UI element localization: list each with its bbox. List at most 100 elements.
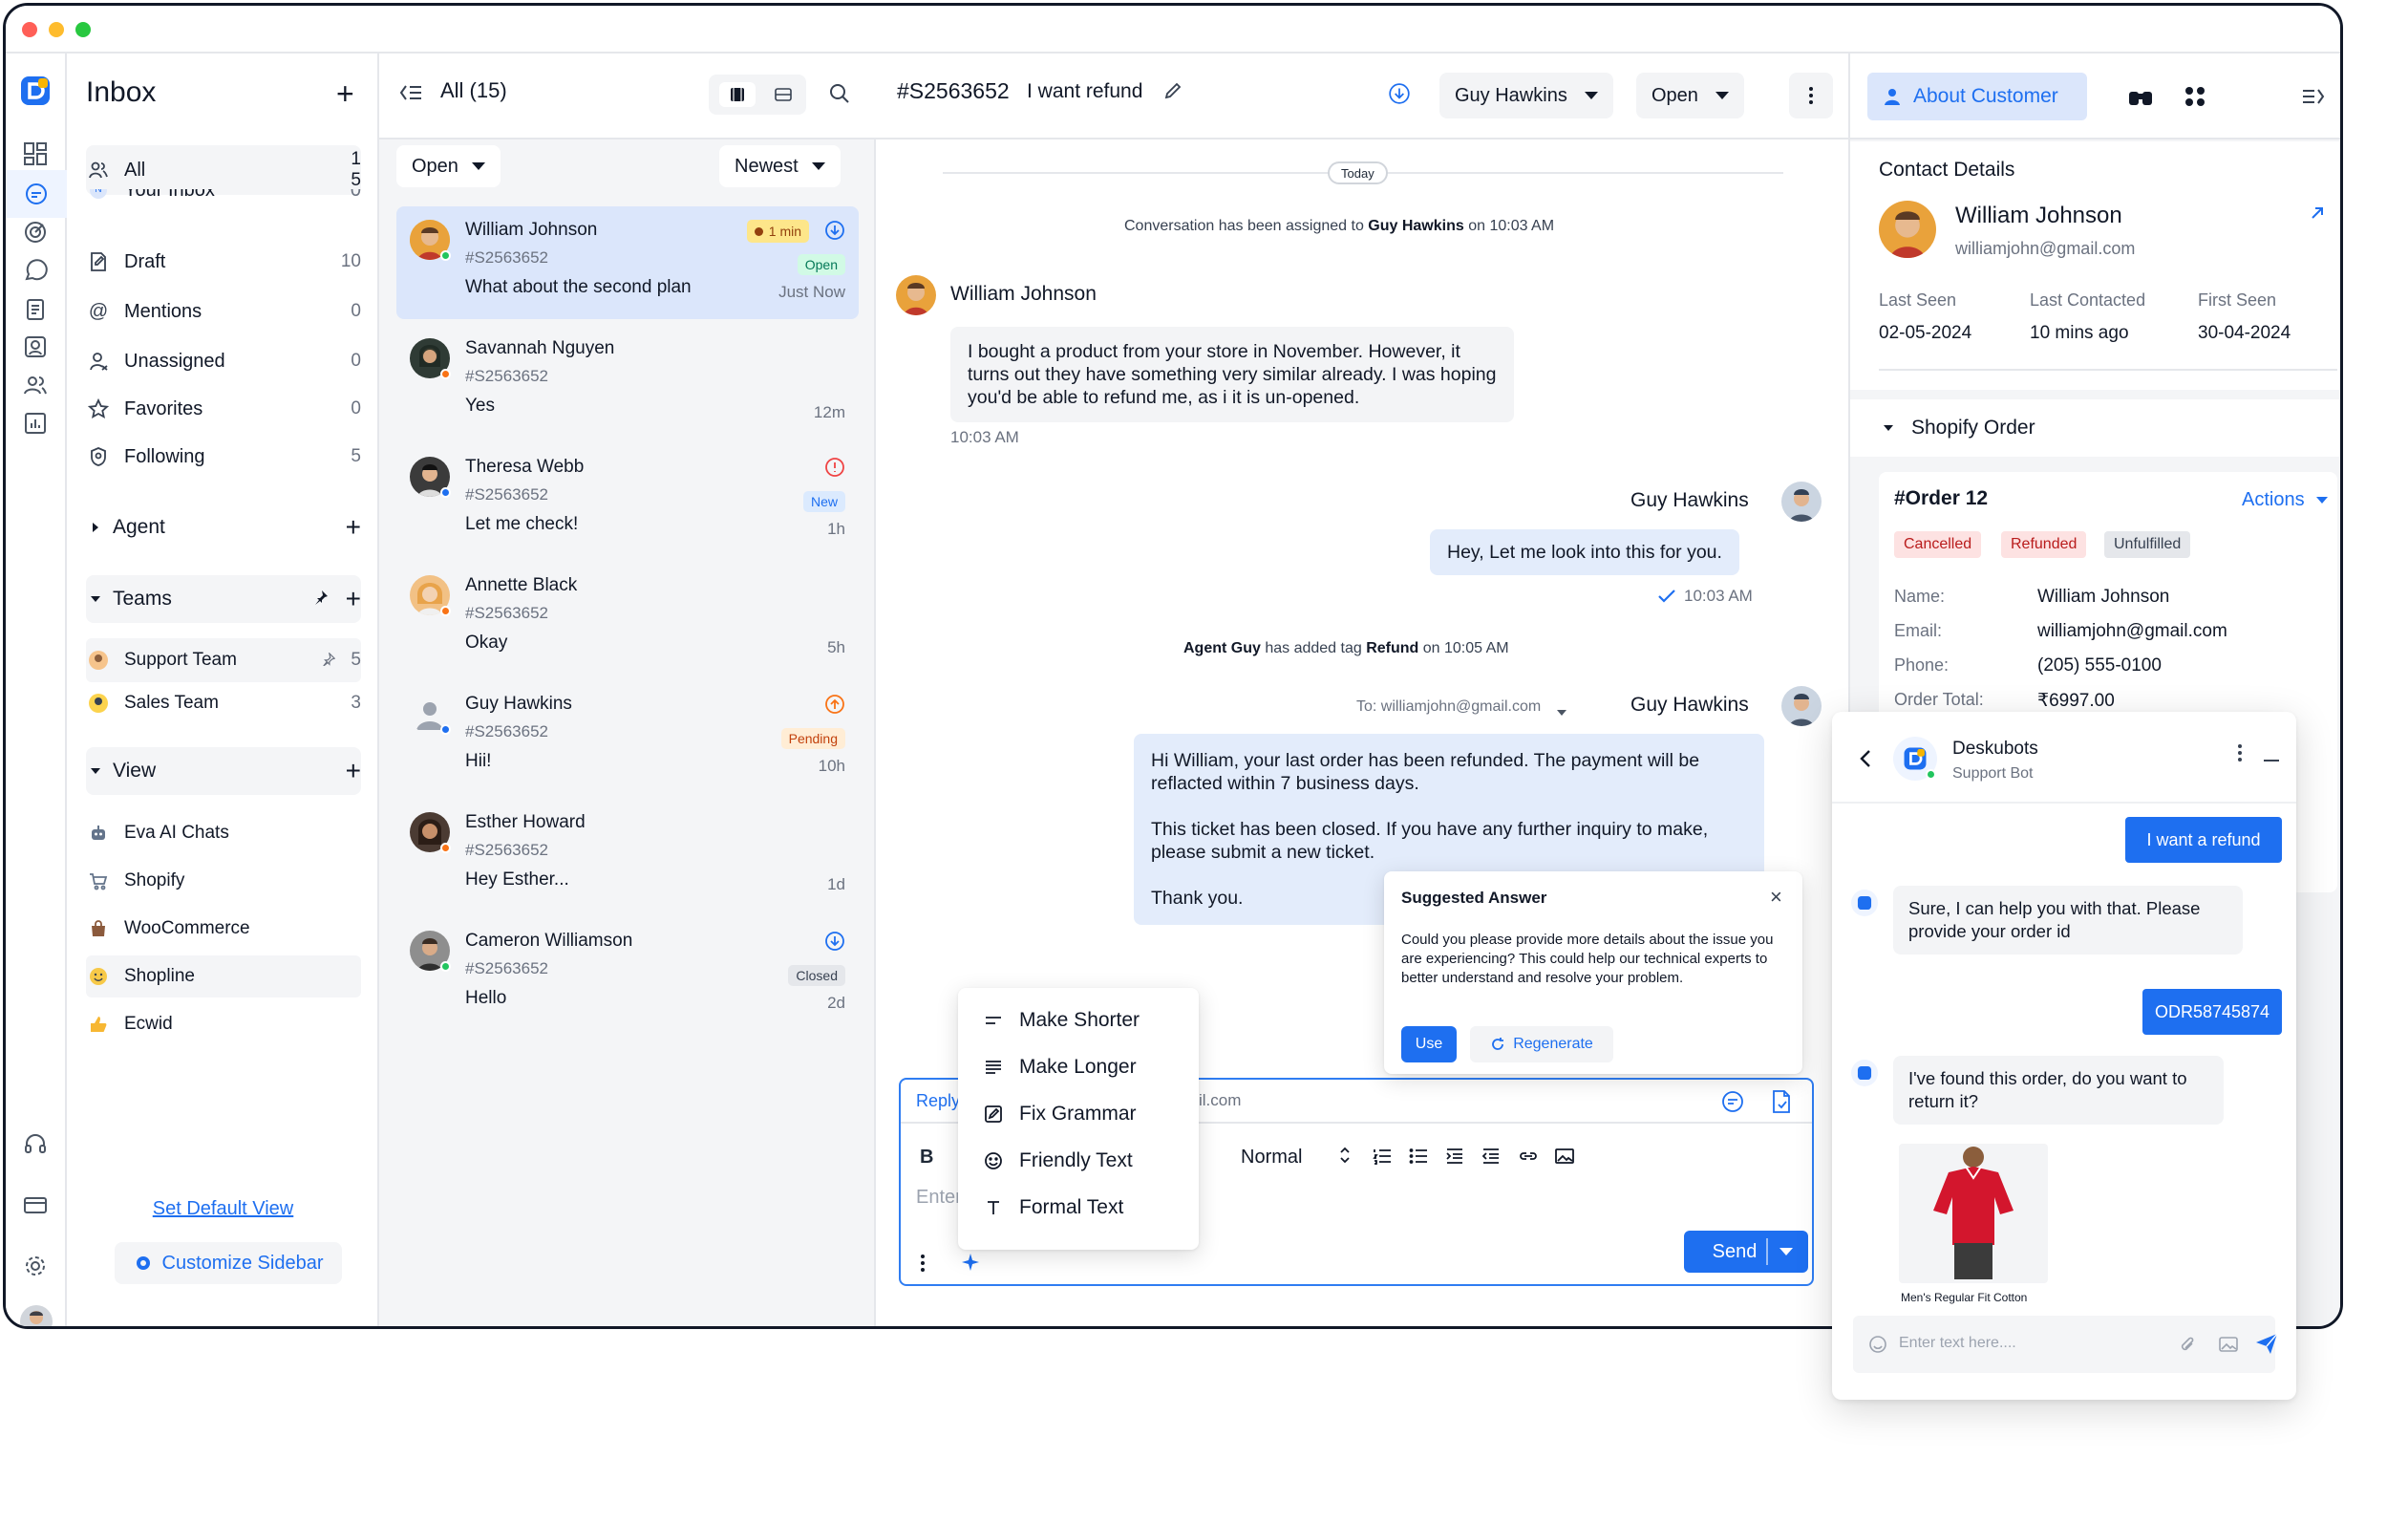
maximize-window-button[interactable] (75, 22, 91, 37)
customize-sidebar-button[interactable]: Customize Sidebar (115, 1242, 342, 1284)
conversation-item[interactable]: Theresa Webb #S2563652 Let me check! New… (396, 443, 859, 556)
collapse-sidebar-icon[interactable] (398, 82, 423, 108)
send-button[interactable]: Send (1684, 1231, 1808, 1273)
menu-item-fix-grammar[interactable]: Fix Grammar (981, 1095, 1137, 1133)
reply-tab[interactable]: Reply (916, 1091, 960, 1111)
reply-input-placeholder[interactable]: Enter (916, 1187, 962, 1209)
order-actions-dropdown[interactable]: Actions (2242, 489, 2328, 511)
sidebar-item-favorites[interactable]: Favorites 0 (86, 388, 361, 430)
more-options-button[interactable] (1789, 73, 1833, 118)
conversation-item[interactable]: Savannah Nguyen #S2563652 Yes 12m (396, 325, 859, 438)
whatsapp-icon[interactable] (19, 254, 52, 287)
reports-icon[interactable] (19, 407, 52, 440)
app-logo-icon[interactable] (19, 75, 52, 107)
ticket-status-dropdown[interactable]: Open (1636, 73, 1744, 118)
sidebar-item-your-inbox[interactable]: N Your Inbox 0 (86, 189, 361, 203)
inbox-chat-icon[interactable] (6, 170, 67, 218)
user-avatar[interactable] (20, 1305, 53, 1326)
sort-dropdown[interactable]: Newest (719, 145, 841, 187)
chevron-down-icon[interactable] (1779, 1248, 1793, 1255)
send-plane-icon[interactable] (2254, 1331, 2279, 1361)
use-suggestion-button[interactable]: Use (1401, 1026, 1457, 1062)
ai-assist-icon[interactable] (1720, 1089, 1745, 1119)
attachment-icon[interactable] (2178, 1335, 2197, 1359)
apps-grid-icon[interactable] (2184, 86, 2206, 112)
font-size-select[interactable]: Normal (1241, 1147, 1302, 1169)
users-icon[interactable] (19, 369, 52, 401)
compact-view-icon[interactable] (719, 82, 756, 107)
close-icon[interactable]: × (1770, 887, 1782, 908)
ai-sparkle-icon[interactable] (960, 1252, 981, 1277)
more-options-icon[interactable] (920, 1254, 926, 1277)
clipboard-icon[interactable] (19, 292, 52, 325)
image-upload-icon[interactable] (2218, 1335, 2239, 1359)
select-arrows-icon[interactable] (1338, 1145, 1352, 1170)
billing-card-icon[interactable] (19, 1189, 52, 1221)
add-team-button[interactable]: + (346, 586, 361, 612)
pin-icon[interactable] (322, 650, 336, 672)
sidebar-item-mentions[interactable]: @ Mentions 0 (86, 290, 361, 332)
template-doc-icon[interactable] (1770, 1089, 1793, 1119)
sidebar-item-draft[interactable]: Draft 10 (86, 241, 361, 283)
sidebar-item-unassigned[interactable]: Unassigned 0 (86, 340, 361, 382)
view-section-header[interactable]: View + (86, 747, 361, 795)
menu-item-make-shorter[interactable]: Make Shorter (981, 1001, 1140, 1040)
upload-circle-icon[interactable] (824, 694, 845, 719)
download-circle-icon[interactable] (824, 220, 845, 246)
download-circle-icon[interactable] (824, 931, 845, 956)
chevron-down-icon[interactable] (1556, 705, 1567, 722)
conversation-item[interactable]: Cameron Williamson #S2563652 Hello Close… (396, 917, 859, 1030)
kebab-icon[interactable] (2237, 742, 2243, 768)
link-icon[interactable] (1518, 1147, 1539, 1170)
dashboard-icon[interactable] (19, 138, 52, 170)
bold-button[interactable]: B (920, 1147, 933, 1169)
close-window-button[interactable] (22, 22, 37, 37)
teams-section-header[interactable]: Teams + (86, 575, 361, 623)
add-inbox-button[interactable]: + (336, 78, 354, 109)
conversation-item[interactable]: William Johnson #S2563652 What about the… (396, 206, 859, 319)
search-icon[interactable] (828, 82, 851, 110)
sidebar-item-all[interactable]: All 1 5 (86, 145, 361, 195)
emoji-icon[interactable] (1868, 1335, 1887, 1359)
radar-icon[interactable] (19, 216, 52, 248)
outdent-icon[interactable] (1481, 1147, 1501, 1170)
collapse-panel-icon[interactable] (2301, 86, 2326, 112)
agent-section-header[interactable]: Agent + (86, 506, 361, 548)
minimize-icon[interactable] (2264, 760, 2279, 762)
view-item-eva-ai-chats[interactable]: Eva AI Chats (86, 812, 361, 854)
edit-pencil-icon[interactable] (1162, 80, 1183, 106)
conversation-item[interactable]: Esther Howard #S2563652 Hey Esther... 1d (396, 799, 859, 912)
menu-item-friendly-text[interactable]: Friendly Text (981, 1142, 1133, 1180)
add-agent-button[interactable]: + (346, 514, 361, 541)
team-item-support[interactable]: Support Team 5 (86, 638, 361, 682)
regenerate-button[interactable]: Regenerate (1470, 1026, 1613, 1062)
view-item-shopify[interactable]: Shopify (86, 860, 361, 902)
headset-icon[interactable] (19, 1127, 52, 1160)
view-item-ecwid[interactable]: Ecwid (86, 1003, 361, 1045)
alert-circle-icon[interactable] (824, 457, 845, 483)
contact-card-icon[interactable] (19, 331, 52, 363)
menu-item-formal-text[interactable]: Formal Text (981, 1189, 1123, 1227)
product-image[interactable] (1899, 1144, 2048, 1283)
view-item-woocommerce[interactable]: WooCommerce (86, 908, 361, 950)
assignee-dropdown[interactable]: Guy Hawkins (1439, 73, 1613, 118)
minimize-window-button[interactable] (49, 22, 64, 37)
view-item-shopline[interactable]: Shopline (86, 955, 361, 997)
status-filter-dropdown[interactable]: Open (396, 145, 501, 187)
expanded-view-icon[interactable] (765, 82, 801, 107)
settings-gear-icon[interactable] (19, 1250, 52, 1282)
about-customer-tab[interactable]: About Customer (1867, 73, 2087, 120)
back-chevron-icon[interactable] (1859, 748, 1872, 774)
bot-input-placeholder[interactable]: Enter text here.... (1899, 1335, 2016, 1352)
add-view-button[interactable]: + (346, 758, 361, 784)
sidebar-item-following[interactable]: Following 5 (86, 436, 361, 478)
conversation-item[interactable]: Guy Hawkins #S2563652 Hii! Pending 10h (396, 680, 859, 793)
shopify-order-header[interactable]: Shopify Order (1850, 399, 2340, 457)
set-default-view-link[interactable]: Set Default View (67, 1198, 379, 1220)
binoculars-icon[interactable] (2127, 86, 2154, 114)
bullet-list-icon[interactable] (1409, 1147, 1428, 1170)
team-item-sales[interactable]: Sales Team 3 (86, 682, 361, 724)
menu-item-make-longer[interactable]: Make Longer (981, 1048, 1137, 1086)
pin-icon[interactable] (313, 589, 329, 611)
image-icon[interactable] (1554, 1147, 1575, 1170)
